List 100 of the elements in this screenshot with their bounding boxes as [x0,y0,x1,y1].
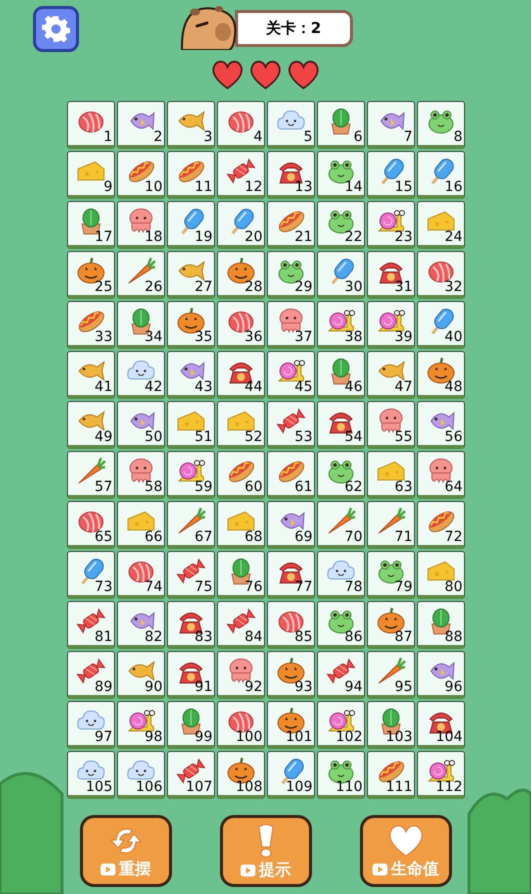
tile[interactable]: 71 [366,501,414,549]
tile[interactable]: 111 [366,751,414,799]
tile[interactable]: 59 [166,451,214,499]
tile[interactable]: 83 [166,601,214,649]
tile[interactable]: 100 [216,701,264,749]
tile[interactable]: 56 [416,401,464,449]
tile[interactable]: 86 [316,601,364,649]
tile[interactable]: 44 [216,351,264,399]
tile[interactable]: 109 [266,751,314,799]
tile[interactable]: 107 [166,751,214,799]
tile[interactable]: 35 [166,301,214,349]
tile[interactable]: 50 [116,401,164,449]
tile[interactable]: 23 [366,201,414,249]
tile[interactable]: 89 [66,651,114,699]
tile[interactable]: 63 [366,451,414,499]
tile[interactable]: 67 [166,501,214,549]
tile[interactable]: 95 [366,651,414,699]
tile[interactable]: 106 [116,751,164,799]
tile[interactable]: 61 [266,451,314,499]
tile[interactable]: 15 [366,151,414,199]
tile[interactable]: 26 [116,251,164,299]
tile[interactable]: 62 [316,451,364,499]
tile[interactable]: 96 [416,651,464,699]
tile[interactable]: 105 [66,751,114,799]
tile[interactable]: 10 [116,151,164,199]
tile[interactable]: 22 [316,201,364,249]
tile[interactable]: 110 [316,751,364,799]
tile[interactable]: 27 [166,251,214,299]
tile[interactable]: 57 [66,451,114,499]
tile[interactable]: 47 [366,351,414,399]
tile[interactable]: 18 [116,201,164,249]
tile[interactable]: 90 [116,651,164,699]
tile[interactable]: 73 [66,551,114,599]
tile[interactable]: 58 [116,451,164,499]
tile[interactable]: 69 [266,501,314,549]
tile[interactable]: 41 [66,351,114,399]
tile[interactable]: 39 [366,301,414,349]
tile[interactable]: 103 [366,701,414,749]
tile[interactable]: 34 [116,301,164,349]
tile[interactable]: 76 [216,551,264,599]
tile[interactable]: 82 [116,601,164,649]
tile[interactable]: 1 [66,101,114,149]
tile[interactable]: 88 [416,601,464,649]
tile[interactable]: 4 [216,101,264,149]
tile[interactable]: 30 [316,251,364,299]
tile[interactable]: 112 [416,751,464,799]
tile[interactable]: 98 [116,701,164,749]
tile[interactable]: 97 [66,701,114,749]
tile[interactable]: 101 [266,701,314,749]
tile[interactable]: 70 [316,501,364,549]
tile[interactable]: 66 [116,501,164,549]
tile[interactable]: 87 [366,601,414,649]
tile[interactable]: 7 [366,101,414,149]
tile[interactable]: 102 [316,701,364,749]
tile[interactable]: 54 [316,401,364,449]
tile[interactable]: 3 [166,101,214,149]
tile[interactable]: 25 [66,251,114,299]
tile[interactable]: 49 [66,401,114,449]
tile[interactable]: 42 [116,351,164,399]
tile[interactable]: 45 [266,351,314,399]
tile[interactable]: 85 [266,601,314,649]
tile[interactable]: 60 [216,451,264,499]
tile[interactable]: 65 [66,501,114,549]
tile[interactable]: 92 [216,651,264,699]
tile[interactable]: 94 [316,651,364,699]
tile[interactable]: 9 [66,151,114,199]
tile[interactable]: 104 [416,701,464,749]
tile[interactable]: 6 [316,101,364,149]
tile[interactable]: 8 [416,101,464,149]
tile[interactable]: 91 [166,651,214,699]
tile[interactable]: 28 [216,251,264,299]
tile[interactable]: 33 [66,301,114,349]
tile[interactable]: 99 [166,701,214,749]
tile[interactable]: 78 [316,551,364,599]
tile[interactable]: 79 [366,551,414,599]
tile[interactable]: 46 [316,351,364,399]
settings-button[interactable] [33,6,79,52]
tile[interactable]: 36 [216,301,264,349]
tile[interactable]: 93 [266,651,314,699]
tile[interactable]: 16 [416,151,464,199]
tile[interactable]: 64 [416,451,464,499]
tile[interactable]: 20 [216,201,264,249]
tile[interactable]: 11 [166,151,214,199]
tile[interactable]: 2 [116,101,164,149]
tile[interactable]: 75 [166,551,214,599]
tile[interactable]: 51 [166,401,214,449]
tile[interactable]: 108 [216,751,264,799]
tile[interactable]: 31 [366,251,414,299]
tile[interactable]: 12 [216,151,264,199]
tile[interactable]: 53 [266,401,314,449]
tile[interactable]: 37 [266,301,314,349]
tile[interactable]: 48 [416,351,464,399]
tile[interactable]: 80 [416,551,464,599]
tile[interactable]: 55 [366,401,414,449]
tile[interactable]: 52 [216,401,264,449]
tile[interactable]: 5 [266,101,314,149]
tile[interactable]: 24 [416,201,464,249]
tile[interactable]: 29 [266,251,314,299]
tile[interactable]: 68 [216,501,264,549]
tile[interactable]: 13 [266,151,314,199]
